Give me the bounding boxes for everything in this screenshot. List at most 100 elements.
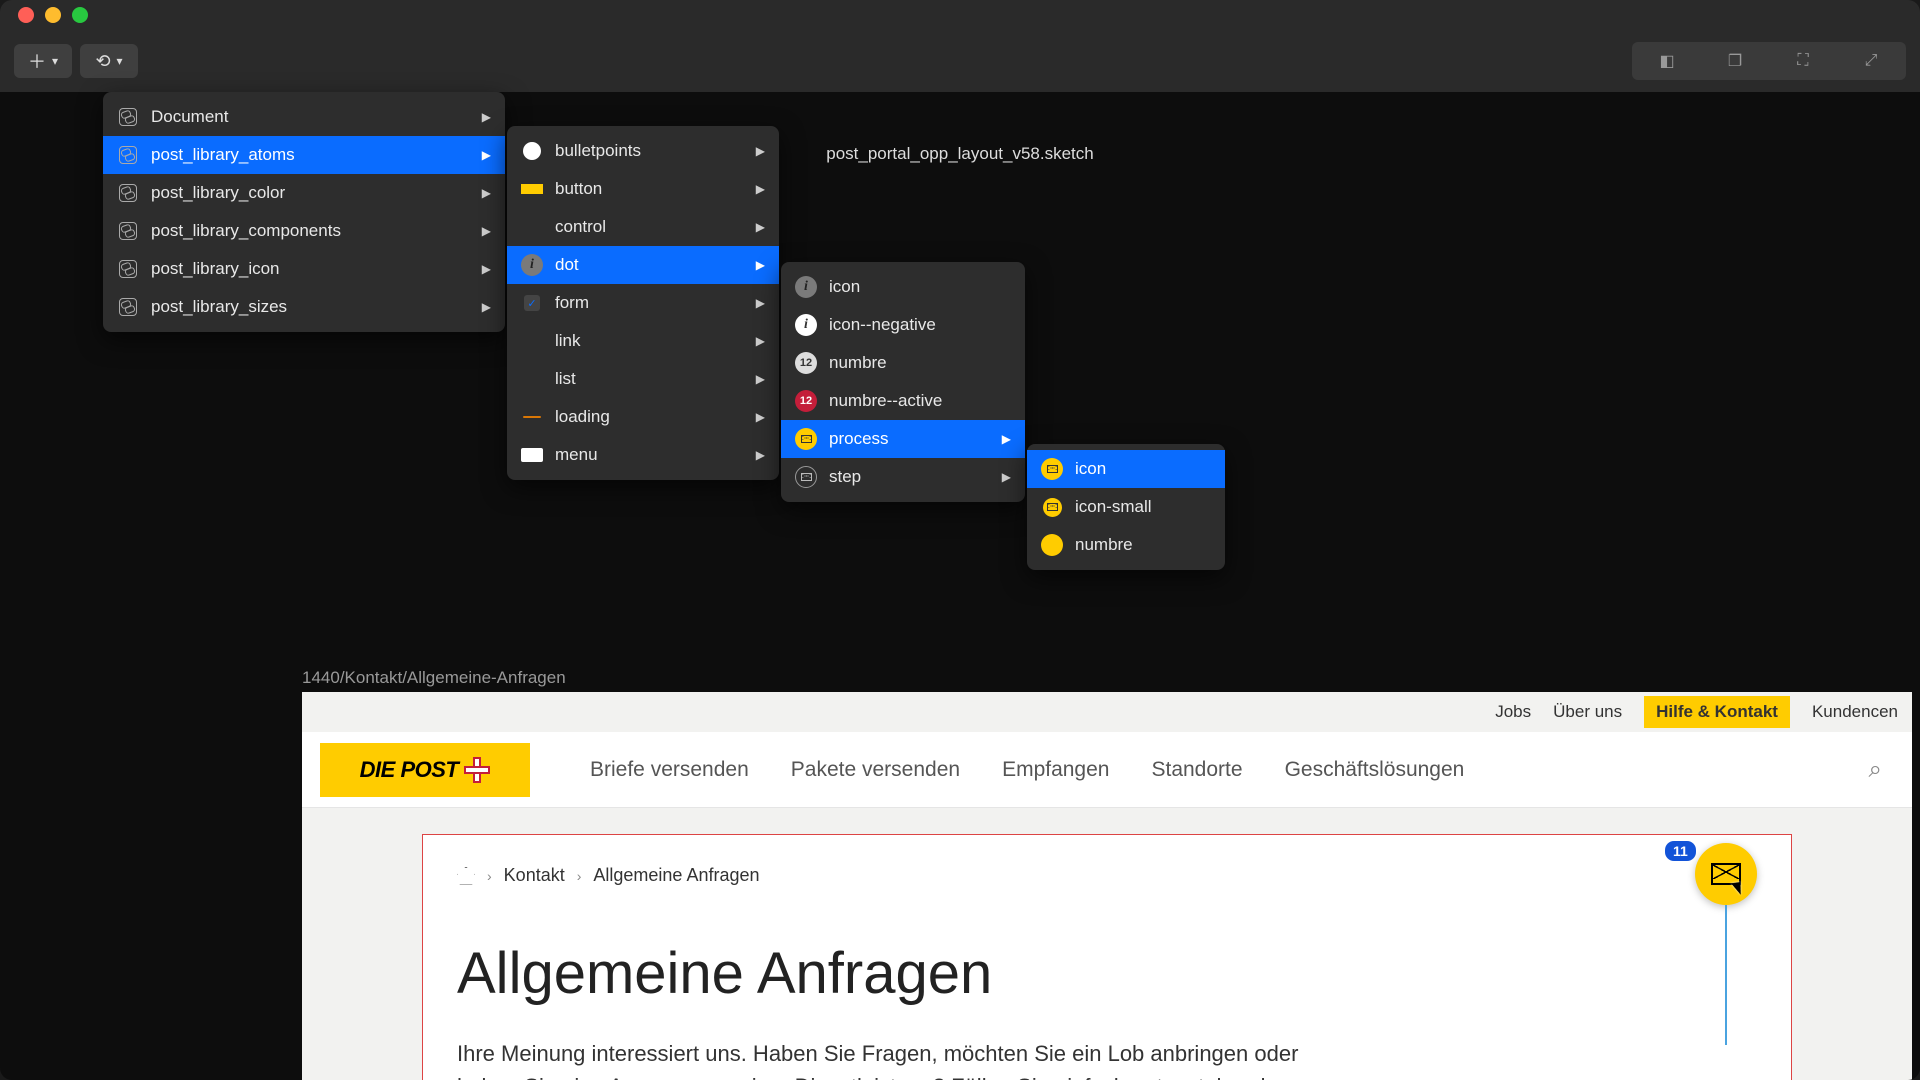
menu-item-form[interactable]: ✓ form ▶ — [507, 284, 779, 322]
view-mode-2[interactable]: ❐ — [1702, 44, 1768, 78]
guide-line — [1725, 905, 1727, 1045]
expand-icon: ⛶ — [1797, 52, 1808, 70]
number-circle-active-icon: 12 — [795, 390, 817, 412]
view-mode-1[interactable]: ◧ — [1634, 44, 1700, 78]
menu-item-label: list — [555, 369, 576, 389]
menu-item-loading[interactable]: loading ▶ — [507, 398, 779, 436]
link-icon — [117, 182, 139, 204]
menu-item-process-icon[interactable]: icon — [1027, 450, 1225, 488]
nav-link-empfangen[interactable]: Empfangen — [1002, 758, 1109, 782]
symbol-sync-button[interactable]: ⟲ ▾ — [80, 44, 138, 78]
menu-item-document[interactable]: Document ▶ — [103, 98, 505, 136]
insert-button[interactable]: ＋ ▾ — [14, 44, 72, 78]
badge-count: 11 — [1665, 841, 1696, 861]
chevron-right-icon: ▶ — [482, 224, 491, 238]
menu-item-library-icon[interactable]: post_library_icon ▶ — [103, 250, 505, 288]
menu-item-numbre-active[interactable]: 12 numbre--active — [781, 382, 1025, 420]
chevron-right-icon: ▶ — [756, 334, 765, 348]
menu-item-dot[interactable]: i dot ▶ — [507, 246, 779, 284]
contact-bubble — [1695, 843, 1757, 905]
menu-item-label: form — [555, 293, 589, 313]
menu-item-label: Document — [151, 107, 228, 127]
window-close-button[interactable] — [18, 7, 34, 23]
menu-item-process[interactable]: process ▶ — [781, 420, 1025, 458]
nav-link-business[interactable]: Geschäftslösungen — [1285, 758, 1465, 782]
document-title: post_portal_opp_layout_v58.sketch — [826, 144, 1093, 164]
breadcrumb: › Kontakt › Allgemeine Anfragen — [457, 865, 1757, 886]
chevron-right-icon: ▶ — [1002, 432, 1011, 446]
home-icon[interactable] — [457, 867, 475, 885]
page-title: Allgemeine Anfragen — [457, 940, 1757, 1007]
view-mode-4[interactable]: ⤢ — [1838, 44, 1904, 78]
nav-link-pakete[interactable]: Pakete versenden — [791, 758, 960, 782]
menu-item-label: dot — [555, 255, 579, 275]
checkbox-icon: ✓ — [521, 292, 543, 314]
menu-item-library-atoms[interactable]: post_library_atoms ▶ — [103, 136, 505, 174]
menu-item-process-numbre[interactable]: numbre — [1027, 526, 1225, 564]
artboard[interactable]: Jobs Über uns Hilfe & Kontakt Kundencen … — [302, 692, 1912, 1080]
chevron-right-icon: ▶ — [482, 300, 491, 314]
menu-item-label: post_library_icon — [151, 259, 280, 279]
menu-item-label: menu — [555, 445, 598, 465]
menu-item-label: link — [555, 331, 581, 351]
overlap-icon: ◧ — [1659, 51, 1674, 71]
insert-menu-level3: i icon i icon--negative 12 numbre 12 num… — [781, 262, 1025, 502]
menu-item-label: post_library_atoms — [151, 145, 295, 165]
bullet-icon — [521, 140, 543, 162]
menu-item-library-color[interactable]: post_library_color ▶ — [103, 174, 505, 212]
menu-item-menu[interactable]: menu ▶ — [507, 436, 779, 474]
menu-item-label: icon — [829, 277, 860, 297]
menu-swatch-icon — [521, 444, 543, 466]
window-minimize-button[interactable] — [45, 7, 61, 23]
sync-icon: ⟲ — [95, 51, 110, 72]
menu-item-step[interactable]: step ▶ — [781, 458, 1025, 496]
blank-icon — [521, 216, 543, 238]
utility-nav: Jobs Über uns Hilfe & Kontakt Kundencen — [302, 692, 1912, 732]
menu-item-label: icon--negative — [829, 315, 936, 335]
menu-item-link[interactable]: link ▶ — [507, 322, 779, 360]
menu-item-icon-negative[interactable]: i icon--negative — [781, 306, 1025, 344]
chevron-right-icon: ▶ — [1002, 470, 1011, 484]
process-icon-small — [1041, 496, 1063, 518]
chevron-down-icon: ▾ — [117, 54, 123, 68]
search-icon[interactable]: ⌕ — [1869, 756, 1882, 784]
menu-item-label: bulletpoints — [555, 141, 641, 161]
menu-item-control[interactable]: control ▶ — [507, 208, 779, 246]
chevron-right-icon: ▶ — [756, 258, 765, 272]
menu-item-numbre[interactable]: 12 numbre — [781, 344, 1025, 382]
utility-link-help[interactable]: Hilfe & Kontakt — [1644, 696, 1790, 728]
menu-item-library-components[interactable]: post_library_components ▶ — [103, 212, 505, 250]
menu-item-button[interactable]: button ▶ — [507, 170, 779, 208]
nav-link-briefe[interactable]: Briefe versenden — [590, 758, 749, 782]
menu-item-list[interactable]: list ▶ — [507, 360, 779, 398]
dash-icon — [521, 406, 543, 428]
utility-link-about[interactable]: Über uns — [1553, 702, 1622, 722]
link-icon — [117, 296, 139, 318]
menu-item-label: control — [555, 217, 606, 237]
app-window: ＋ ▾ ⟲ ▾ ◧ ❐ ⛶ ⤢ Insert post_portal_opp_l… — [0, 0, 1920, 1080]
menu-item-process-icon-small[interactable]: icon-small — [1027, 488, 1225, 526]
menu-item-library-sizes[interactable]: post_library_sizes ▶ — [103, 288, 505, 326]
menu-item-bulletpoints[interactable]: bulletpoints ▶ — [507, 132, 779, 170]
view-mode-3[interactable]: ⛶ — [1770, 44, 1836, 78]
chevron-right-icon: ▶ — [482, 110, 491, 124]
menu-item-icon[interactable]: i icon — [781, 268, 1025, 306]
window-maximize-button[interactable] — [72, 7, 88, 23]
plus-icon: ＋ — [28, 48, 46, 74]
insert-menu-level1: Document ▶ post_library_atoms ▶ post_lib… — [103, 92, 505, 332]
contact-badge[interactable]: 11 — [1695, 843, 1757, 905]
menu-item-label: icon-small — [1075, 497, 1152, 517]
site-header: DIE POST Briefe versenden Pakete versend… — [302, 732, 1912, 808]
chevron-right-icon: ▶ — [756, 410, 765, 424]
chevron-right-icon: › — [487, 868, 492, 884]
link-icon — [117, 106, 139, 128]
logo[interactable]: DIE POST — [320, 743, 530, 797]
menu-item-label: post_library_components — [151, 221, 341, 241]
process-numbre-icon — [1041, 534, 1063, 556]
menu-item-label: numbre — [829, 353, 887, 373]
nav-link-standorte[interactable]: Standorte — [1151, 758, 1242, 782]
chevron-right-icon: ▶ — [756, 372, 765, 386]
breadcrumb-kontakt[interactable]: Kontakt — [504, 865, 565, 886]
utility-link-jobs[interactable]: Jobs — [1495, 702, 1531, 722]
utility-link-service[interactable]: Kundencen — [1812, 702, 1898, 722]
